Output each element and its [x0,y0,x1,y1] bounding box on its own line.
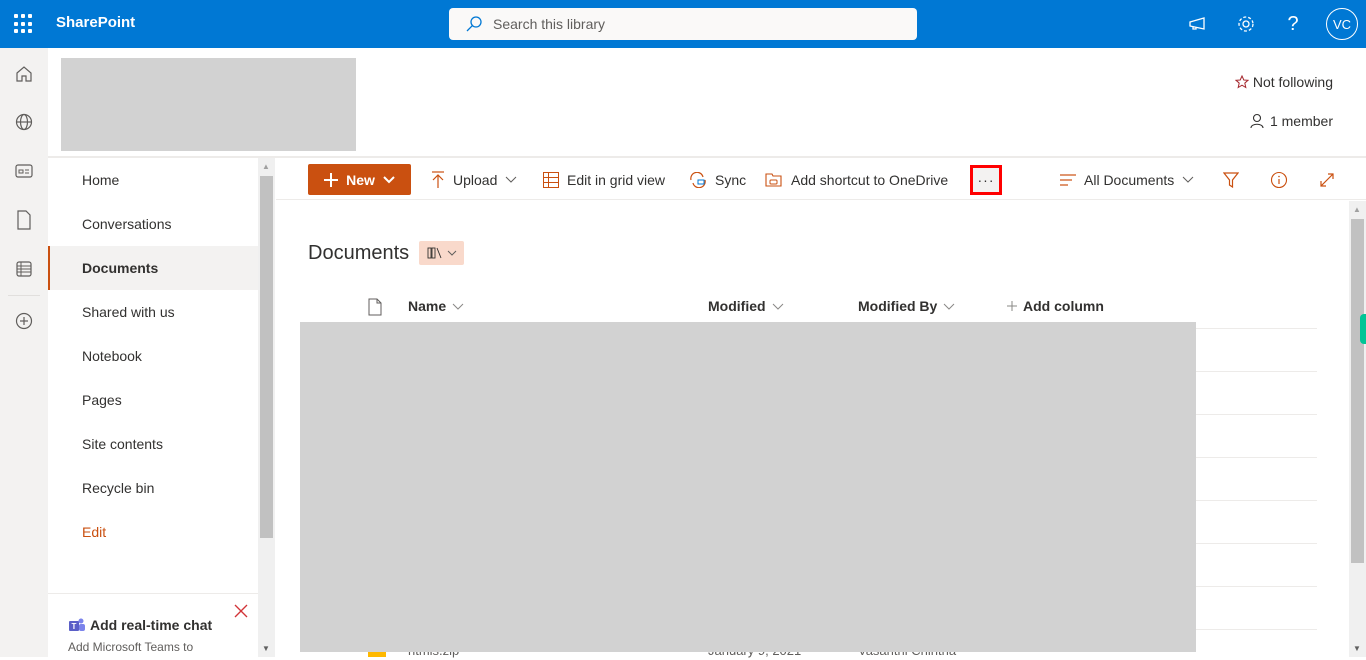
column-header-modified[interactable]: Modified [708,298,784,314]
nav-edit-link[interactable]: Edit [48,510,258,554]
nav-item-site-contents[interactable]: Site contents [48,422,258,466]
plus-circle-icon[interactable] [12,309,36,333]
svg-text:T: T [72,622,77,631]
sync-icon [690,171,706,188]
plus-icon [1007,301,1017,311]
globe-icon[interactable] [12,110,36,134]
view-selector[interactable]: All Documents [1060,164,1194,195]
search-icon [465,15,483,38]
waffle-icon[interactable] [14,14,34,34]
library-icon [427,247,441,259]
filter-icon [1223,171,1239,188]
left-nav: Home Conversations Documents Shared with… [48,158,258,657]
add-column-button[interactable]: Add column [1007,298,1104,314]
filter-button[interactable] [1223,164,1239,195]
megaphone-icon[interactable] [1186,12,1210,36]
list-icon[interactable] [12,257,36,281]
upload-icon [432,170,444,188]
chevron-down-icon [506,176,517,183]
chevron-down-icon [1182,176,1194,183]
teams-icon: T [69,618,85,631]
teams-promo-card: T Add real-time chat Add Microsoft Teams… [48,593,258,657]
nav-item-home[interactable]: Home [48,158,258,202]
appbar-divider [8,295,40,296]
library-title: Documents [308,242,410,264]
person-icon [1250,113,1264,129]
column-header-modified-by[interactable]: Modified By [858,298,955,314]
nav-item-notebook[interactable]: Notebook [48,334,258,378]
shortcut-icon [765,172,782,187]
teams-card-description: Add Microsoft Teams to [68,640,194,654]
nav-item-pages[interactable]: Pages [48,378,258,422]
members-button[interactable]: 1 member [1250,113,1333,129]
feedback-tab[interactable] [1360,314,1366,344]
scroll-down-arrow[interactable]: ▼ [262,644,270,653]
chevron-down-icon [383,175,395,183]
grid-icon [543,171,559,188]
follow-label: Not following [1252,74,1333,90]
file-icon[interactable] [12,208,36,232]
info-icon [1270,171,1288,188]
column-header-name[interactable]: Name [408,298,464,314]
nav-scroll-thumb[interactable] [260,176,273,538]
library-view-switcher[interactable] [419,241,464,265]
nav-item-documents[interactable]: Documents [48,246,258,290]
plus-icon [324,172,339,187]
nav-item-recycle-bin[interactable]: Recycle bin [48,466,258,510]
app-name[interactable]: SharePoint [56,14,135,31]
upload-button[interactable]: Upload [431,164,517,195]
search-input[interactable] [493,8,903,40]
suite-header: SharePoint ? VC [0,0,1366,48]
nav-scrollbar[interactable]: ▲ ▼ [258,158,275,657]
new-button[interactable]: New [308,164,411,195]
follow-button[interactable]: Not following [1234,74,1333,90]
nav-item-conversations[interactable]: Conversations [48,202,258,246]
main-scrollbar[interactable]: ▲ ▼ [1349,201,1366,657]
expand-icon [1320,172,1334,187]
star-icon [1234,75,1249,89]
teams-card-title: T Add real-time chat [68,617,212,633]
edit-grid-view-button[interactable]: Edit in grid view [543,164,665,195]
scroll-up-arrow[interactable]: ▲ [262,162,270,171]
help-icon[interactable]: ? [1281,12,1305,36]
info-button[interactable] [1270,164,1288,195]
close-icon[interactable] [234,604,248,623]
site-logo [61,58,356,151]
nav-item-shared-with-us[interactable]: Shared with us [48,290,258,334]
chevron-down-icon [943,303,955,310]
command-bar: New Upload Edit in grid view Sync Add sh… [276,158,1366,200]
sync-button[interactable]: Sync [689,164,746,195]
redacted-file-list [300,322,1196,652]
chevron-down-icon [447,250,456,256]
main-scroll-thumb[interactable] [1351,219,1364,563]
chevron-down-icon [772,303,783,310]
app-bar [0,48,48,657]
fullscreen-button[interactable] [1319,164,1335,195]
view-options-icon [1060,173,1076,186]
home-icon[interactable] [12,62,36,86]
search-box[interactable] [449,8,917,40]
members-label: 1 member [1269,113,1333,129]
add-shortcut-button[interactable]: Add shortcut to OneDrive [765,164,948,195]
more-options-button[interactable]: ··· [970,165,1002,195]
gear-icon[interactable] [1234,12,1258,36]
chevron-down-icon [452,303,464,310]
news-icon[interactable] [12,159,36,183]
file-type-column-header[interactable] [368,298,382,316]
scroll-down-arrow[interactable]: ▼ [1353,644,1361,653]
avatar[interactable]: VC [1326,8,1358,40]
scroll-up-arrow[interactable]: ▲ [1353,205,1361,214]
file-type-icon [368,298,382,316]
